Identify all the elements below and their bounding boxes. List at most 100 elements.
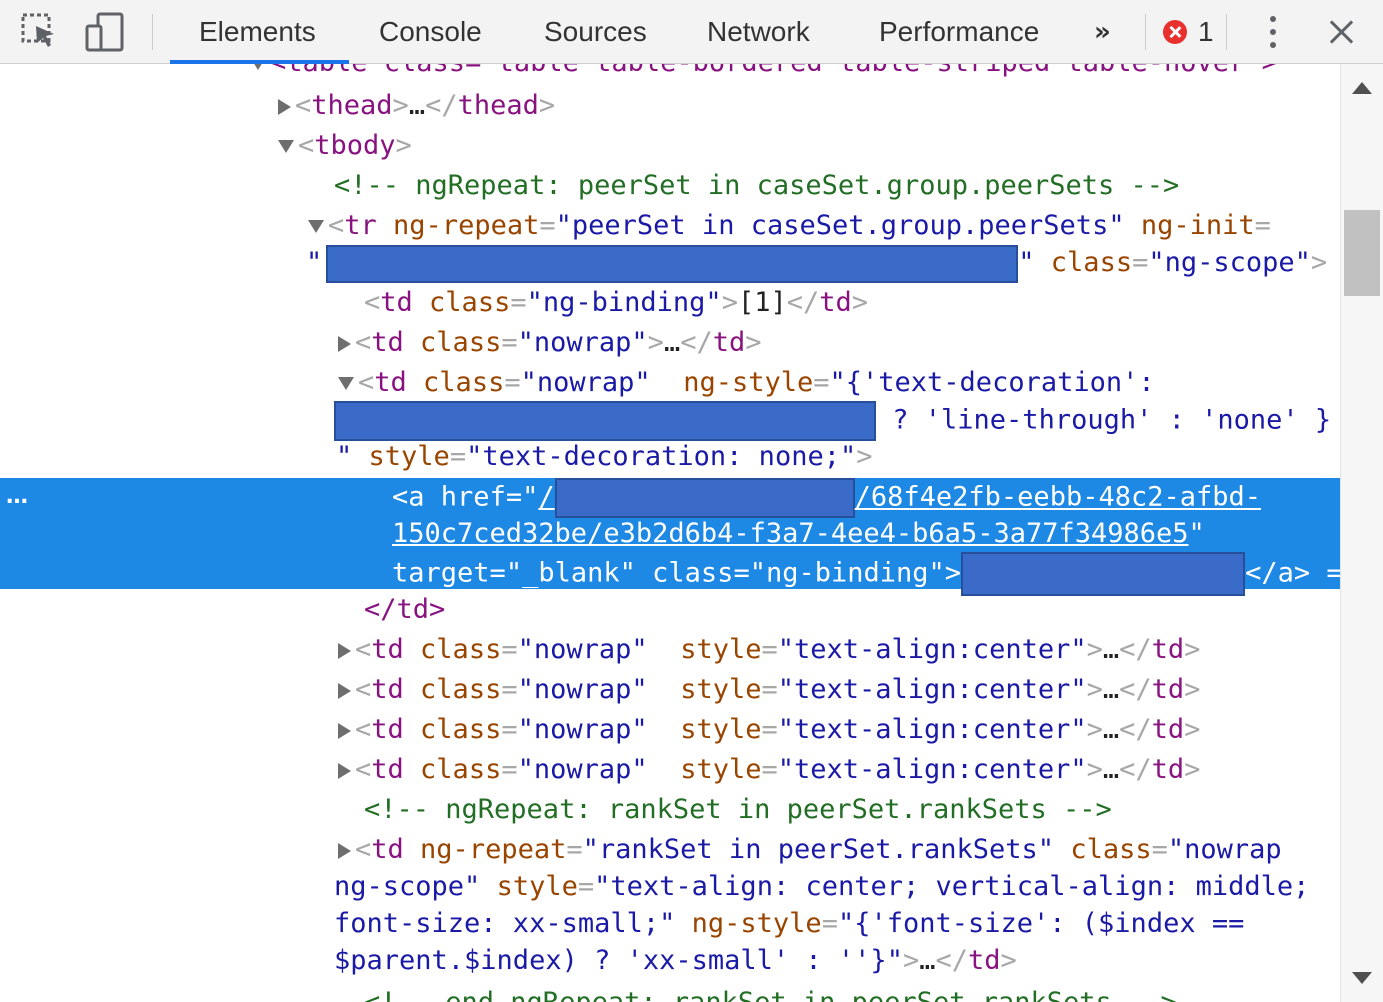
toolbar-separator (152, 14, 153, 50)
collapse-triangle-icon[interactable] (278, 98, 291, 115)
dom-node-td[interactable]: <td class="nowrap" style="text-align:cen… (338, 751, 1340, 789)
close-icon[interactable] (1326, 14, 1358, 50)
expand-triangle-icon[interactable] (250, 64, 266, 70)
error-icon[interactable] (1163, 20, 1187, 44)
dom-node-tr-cont[interactable]: " " class="ng-scope"> (306, 244, 1340, 283)
attr-value: text-align:center (794, 634, 1071, 665)
dom-node-thead[interactable]: <thead>…</thead> (278, 87, 1340, 125)
href-link[interactable]: 150c7ced32be/e3b2d6b4-f3a7-4ee4-b6a5-3a7… (392, 518, 1189, 549)
attr-value: text-align:center (794, 674, 1071, 705)
tab-elements[interactable]: Elements (199, 14, 316, 50)
expand-triangle-icon[interactable] (308, 220, 324, 233)
collapse-triangle-icon[interactable] (338, 722, 351, 739)
scroll-up-arrow-icon[interactable] (1352, 82, 1372, 94)
more-tabs-icon[interactable]: » (1094, 14, 1111, 50)
device-toolbar-icon[interactable] (84, 12, 126, 52)
scroll-down-arrow-icon[interactable] (1352, 972, 1372, 984)
dom-node-a-selected[interactable]: <a href="//68f4e2fb-eebb-48c2-afbd- (392, 478, 1340, 518)
tab-network[interactable]: Network (707, 14, 810, 50)
collapse-triangle-icon[interactable] (338, 682, 351, 699)
console-ref-marker: == (1326, 557, 1340, 589)
attr-value: ng-scope (1164, 247, 1295, 278)
collapsed-ellipsis[interactable]: … (1103, 714, 1119, 745)
redacted-block (326, 244, 1019, 283)
dom-node-table[interactable]: <table class="table table-bordered table… (250, 64, 1340, 82)
collapsed-ellipsis[interactable]: … (1103, 674, 1119, 705)
tag-name: tbody (314, 130, 396, 161)
collapsed-ellipsis[interactable]: … (919, 945, 935, 976)
attr-name: style (496, 871, 578, 902)
dom-node-td[interactable]: <td class="nowrap" style="text-align:cen… (338, 711, 1340, 749)
attr-value: text-align:center (794, 714, 1071, 745)
dom-node-td-rank-cont[interactable]: $parent.$index) ? 'xx-small' : ''}">…</t… (334, 942, 1340, 980)
dom-node-td-cont[interactable]: ? 'line-through' : 'none' } (334, 401, 1340, 441)
attr-value: text-align:center (794, 754, 1071, 785)
elements-dom-tree[interactable]: … <table class="table table-bordered tab… (0, 64, 1340, 1002)
collapsed-ellipsis[interactable]: … (409, 90, 425, 121)
attr-value: peerSet in caseSet.group.peerSets (571, 210, 1109, 241)
attr-name: class (429, 287, 511, 318)
dom-node-td-close[interactable]: </td> (364, 591, 1340, 629)
selected-node-menu-icon[interactable]: … (6, 484, 29, 509)
attr-value: rankSet in peerSet.rankSets (598, 834, 1038, 865)
attr-name: target (392, 557, 490, 589)
attr-name: class (1050, 247, 1133, 278)
attr-name: class (1070, 834, 1152, 865)
dom-node-tr[interactable]: <tr ng-repeat="peerSet in caseSet.group.… (308, 207, 1340, 245)
dom-node-td-cont[interactable]: " style="text-decoration: none;"> (336, 438, 1340, 476)
attr-value: nowrap (536, 367, 635, 398)
toolbar-separator (1145, 14, 1146, 50)
vertical-scrollbar[interactable] (1340, 64, 1383, 1002)
attr-value: nowrap (533, 714, 632, 745)
tag-close: </a> (1245, 557, 1311, 589)
dom-node-a-selected-cont[interactable]: target="_blank" class="ng-binding"> </a> … (392, 552, 1340, 596)
dom-node-td-expanded[interactable]: <td class="nowrap" ng-style="{'text-deco… (338, 364, 1340, 402)
collapsed-ellipsis[interactable]: … (664, 327, 680, 358)
dom-node-td-rank-cont[interactable]: font-size: xx-small;" ng-style="{'font-s… (334, 905, 1340, 943)
collapsed-ellipsis[interactable]: … (1103, 634, 1119, 665)
tab-console[interactable]: Console (379, 14, 482, 50)
attr-value: nowrap (533, 674, 632, 705)
dom-node-td-rank[interactable]: <td ng-repeat="rankSet in peerSet.rankSe… (338, 831, 1340, 869)
dom-node-tbody[interactable]: <tbody> (278, 127, 1340, 165)
attr-value: {'text-decoration': (845, 367, 1155, 398)
collapsed-ellipsis[interactable]: … (1103, 754, 1119, 785)
attr-value: nowrap (533, 634, 632, 665)
dom-comment[interactable]: <!-- ngRepeat: rankSet in peerSet.rankSe… (364, 791, 1340, 829)
tab-performance[interactable]: Performance (879, 14, 1039, 50)
attr-value: nowrap (533, 327, 632, 358)
tag-name: td (968, 945, 1001, 976)
href-link[interactable]: / (538, 482, 554, 513)
tag-name: td (371, 754, 404, 785)
dom-node-td[interactable]: <td class="nowrap" style="text-align:cen… (338, 631, 1340, 669)
collapse-triangle-icon[interactable] (338, 335, 351, 352)
dom-node-td[interactable]: <td class="nowrap" style="text-align:cen… (338, 671, 1340, 709)
expand-triangle-icon[interactable] (338, 377, 354, 390)
comment-text: <!-- ngRepeat: rankSet in peerSet.rankSe… (364, 794, 1112, 825)
attr-name: class (652, 557, 734, 589)
error-count[interactable]: 1 (1198, 14, 1214, 50)
tag-name: td (1151, 674, 1185, 705)
href-link[interactable]: /68f4e2fb-eebb-48c2-afbd- (855, 482, 1261, 513)
tab-sources[interactable]: Sources (544, 14, 647, 50)
dom-node-td[interactable]: <td class="nowrap">…</td> (338, 324, 1340, 362)
attr-value: {'font-size': ($index == (854, 908, 1245, 939)
attr-value: ? 'line-through' : 'none' } (892, 404, 1332, 436)
dom-node-td-rank-cont[interactable]: ng-scope" style="text-align: center; ver… (334, 868, 1340, 906)
dom-node-a-selected-cont[interactable]: 150c7ced32be/e3b2d6b4-f3a7-4ee4-b6a5-3a7… (392, 515, 1340, 553)
attr-name: style (680, 754, 762, 785)
dom-comment[interactable]: <!-- ngRepeat: peerSet in caseSet.group.… (334, 167, 1340, 205)
scrollbar-thumb[interactable] (1344, 210, 1380, 296)
dom-node-td[interactable]: <td class="ng-binding">[1]</td> (364, 284, 1340, 322)
kebab-menu-icon[interactable] (1262, 14, 1284, 50)
tag-name: thead (311, 90, 393, 121)
expand-triangle-icon[interactable] (278, 140, 294, 153)
tag-name: td (712, 327, 746, 358)
collapse-triangle-icon[interactable] (338, 642, 351, 659)
collapse-triangle-icon[interactable] (338, 762, 351, 779)
collapse-triangle-icon[interactable] (338, 842, 351, 859)
tag-name: td (371, 834, 404, 865)
attr-name: href (440, 481, 506, 513)
inspect-element-icon[interactable] (20, 12, 60, 52)
dom-comment[interactable]: <!-- end ngRepeat: rankSet in peerSet.ra… (364, 984, 1340, 1002)
